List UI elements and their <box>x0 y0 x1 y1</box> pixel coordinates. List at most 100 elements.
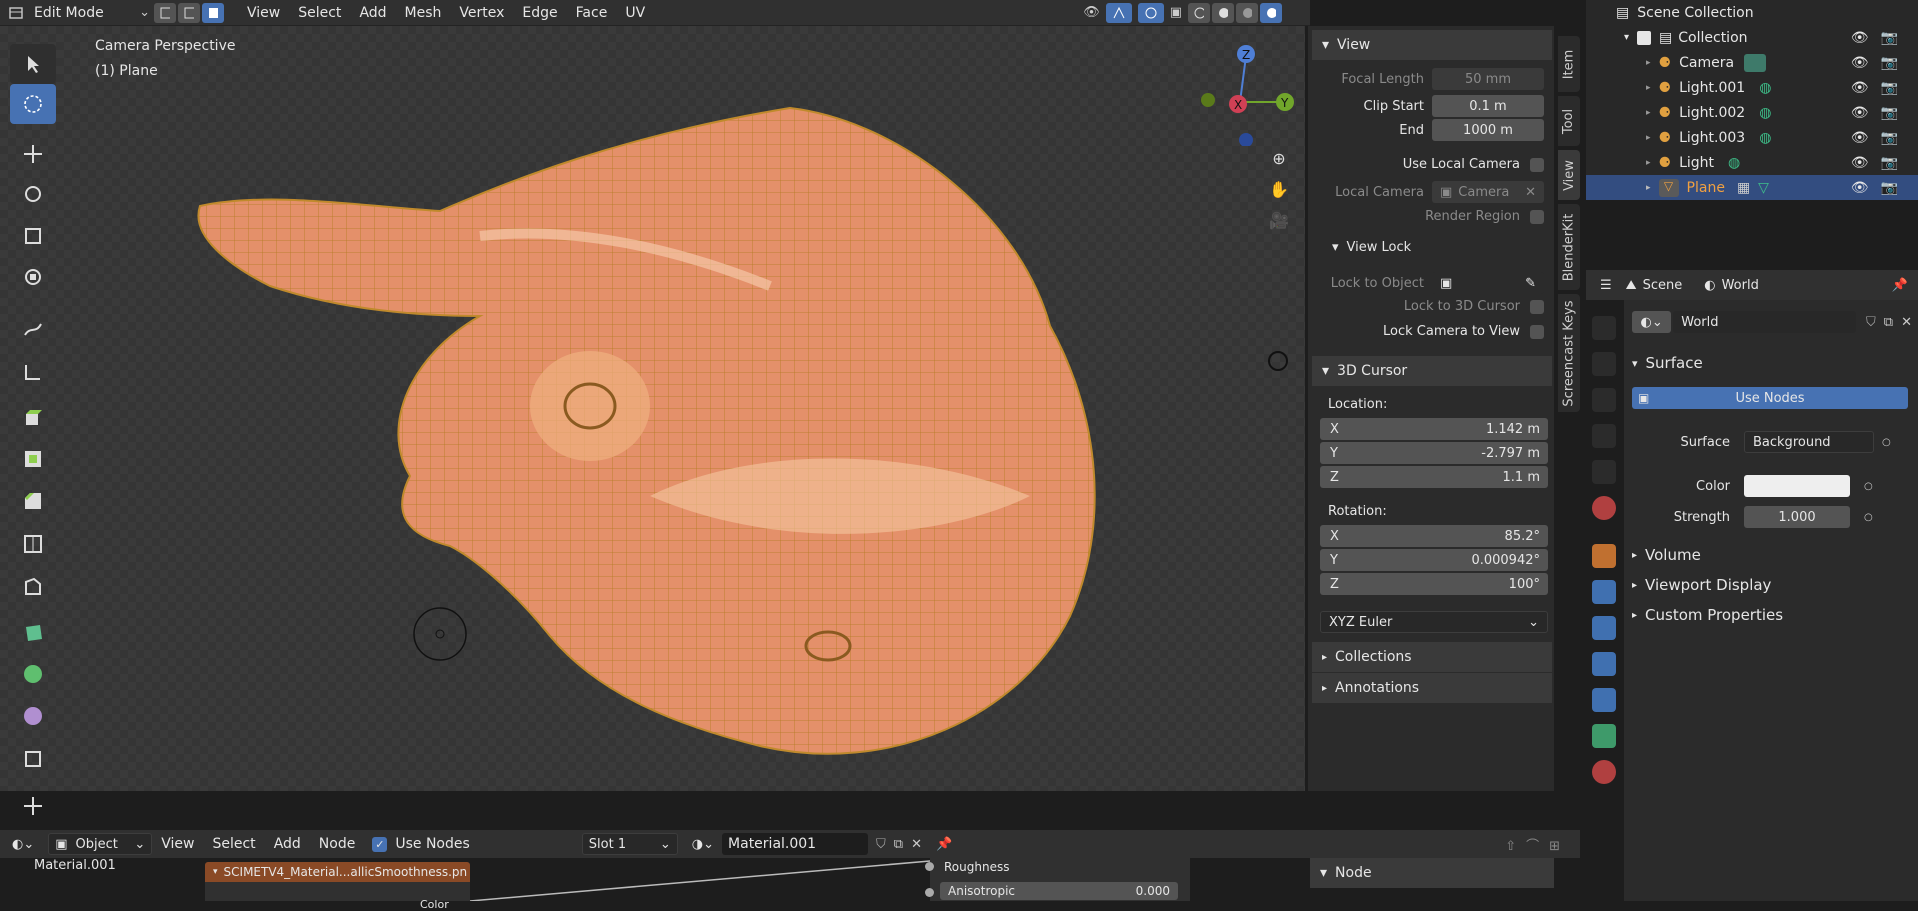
node-menu-select[interactable]: Select <box>203 831 264 857</box>
viewport-display-section-header[interactable]: ▸ Viewport Display <box>1632 572 1912 598</box>
scale-tool[interactable] <box>10 216 56 256</box>
zoom-icon[interactable]: ⊕ <box>1272 149 1285 168</box>
lock-camera-checkbox[interactable] <box>1530 324 1544 339</box>
menu-edge[interactable]: Edge <box>513 0 566 26</box>
eyedropper-icon[interactable]: ✎ <box>1525 276 1536 291</box>
clip-start-field[interactable]: 0.1 m <box>1432 95 1544 117</box>
tab-item[interactable]: Item <box>1558 36 1580 92</box>
inset-tool[interactable] <box>10 439 56 479</box>
visibility-icon[interactable]: 👁📷 <box>1851 80 1910 96</box>
node-menu-add[interactable]: Add <box>265 831 310 857</box>
pan-hand-icon[interactable]: ✋ <box>1269 180 1289 199</box>
world-name-field[interactable]: World <box>1673 311 1857 333</box>
rotation-z-field[interactable]: Z 100° <box>1320 573 1548 595</box>
clear-icon[interactable]: ✕ <box>1525 185 1536 200</box>
visibility-icon[interactable]: 👁📷 <box>1851 55 1910 71</box>
lock-to-object-field[interactable]: ▣ ✎ <box>1432 272 1544 294</box>
light-gizmo-icon[interactable] <box>1265 348 1291 374</box>
outliner-item-light-001[interactable]: ▸ ⚈ Light.001 ◍ 👁📷 <box>1586 75 1918 100</box>
material-tab-icon[interactable] <box>1592 760 1616 784</box>
constraints-tab-icon[interactable] <box>1592 688 1616 712</box>
outliner-item-collection[interactable]: ▾ ▤ Collection 👁📷 <box>1586 25 1918 50</box>
duplicate-icon[interactable]: ⧉ <box>1884 315 1893 330</box>
volume-section-header[interactable]: ▸ Volume <box>1632 542 1912 568</box>
menu-vertex[interactable]: Vertex <box>450 0 513 26</box>
strength-field[interactable]: 1.000 <box>1744 506 1850 528</box>
physics-tab-icon[interactable] <box>1592 652 1616 676</box>
rotation-mode-select[interactable]: XYZ Euler ⌄ <box>1320 611 1548 633</box>
outliner-item-camera[interactable]: ▸ ⚈ Camera 👁📷 <box>1586 50 1918 75</box>
shear-tool[interactable] <box>10 739 56 779</box>
use-nodes-checkbox[interactable]: ✓ <box>372 836 388 852</box>
output-tab-icon[interactable] <box>1592 388 1616 412</box>
visibility-icon[interactable]: 👁📷 <box>1851 130 1910 146</box>
select-tool[interactable] <box>10 44 56 84</box>
annotate-tool[interactable] <box>10 309 56 349</box>
socket-icon[interactable]: ○ <box>1864 512 1873 523</box>
gizmo-toggle-button[interactable] <box>1105 2 1132 23</box>
material-browse-icon[interactable]: ◑⌄ <box>692 837 714 852</box>
modifier-tab-icon[interactable] <box>1592 580 1616 604</box>
unlink-icon[interactable]: ✕ <box>911 837 922 852</box>
pin-icon[interactable]: 📌 <box>1892 278 1908 293</box>
focal-length-field[interactable]: 50 mm <box>1432 68 1544 90</box>
outliner-item-light-003[interactable]: ▸ ⚈ Light.003 ◍ 👁📷 <box>1586 125 1918 150</box>
smooth-tool[interactable] <box>10 696 56 736</box>
bevel-tool[interactable] <box>10 481 56 521</box>
clip-end-field[interactable]: 1000 m <box>1432 119 1544 141</box>
annotations-section-header[interactable]: ▸ Annotations <box>1312 673 1552 703</box>
shader-type-select[interactable]: ▣ Object ⌄ <box>48 833 153 855</box>
visibility-icon[interactable]: 👁 <box>1083 5 1100 20</box>
scene-tab-icon[interactable] <box>1592 460 1616 484</box>
node-menu-node[interactable]: Node <box>310 831 365 857</box>
rotation-x-field[interactable]: X 85.2° <box>1320 525 1548 547</box>
material-name-field[interactable]: Material.001 <box>722 833 869 855</box>
duplicate-icon[interactable]: ⧉ <box>894 837 903 852</box>
outliner-item-plane[interactable]: ▸ ▽ Plane ▦ ▽ 👁📷 <box>1586 175 1918 200</box>
menu-select[interactable]: Select <box>289 0 350 26</box>
tab-blenderkit[interactable]: BlenderKit <box>1558 204 1580 290</box>
outliner-item-light-002[interactable]: ▸ ⚈ Light.002 ◍ 👁📷 <box>1586 100 1918 125</box>
node-sidebar-header[interactable]: ▾ Node <box>1310 858 1554 888</box>
loop-cut-tool[interactable] <box>10 524 56 564</box>
particles-tab-icon[interactable] <box>1592 616 1616 640</box>
use-nodes-button[interactable]: ▣ Use Nodes <box>1632 387 1908 409</box>
world-breadcrumb[interactable]: World <box>1722 278 1759 293</box>
principled-bsdf-node[interactable]: Roughness Anisotropic 0.000 <box>925 858 1190 901</box>
collections-section-header[interactable]: ▸ Collections <box>1312 642 1552 672</box>
anisotropic-socket[interactable] <box>925 888 934 897</box>
lock-3d-cursor-checkbox[interactable] <box>1530 299 1544 314</box>
3d-viewport[interactable]: Camera Perspective (1) Plane Z Y X ⊕ ✋ 🎥 <box>0 26 1305 791</box>
node-menu-view[interactable]: View <box>152 831 203 857</box>
render-region-checkbox[interactable] <box>1530 209 1544 224</box>
use-local-camera-checkbox[interactable] <box>1530 157 1544 172</box>
surface-shader-field[interactable]: Background <box>1744 431 1874 453</box>
editor-type-icon[interactable]: ◐⌄ <box>12 837 34 852</box>
view-layer-tab-icon[interactable] <box>1592 424 1616 448</box>
menu-view[interactable]: View <box>238 0 289 26</box>
visibility-icon[interactable]: 👁📷 <box>1851 155 1910 171</box>
location-y-field[interactable]: Y -2.797 m <box>1320 442 1548 464</box>
menu-mesh[interactable]: Mesh <box>396 0 451 26</box>
wireframe-shading-button[interactable] <box>1188 2 1210 23</box>
editor-type-icon[interactable]: ☰ <box>1600 278 1612 293</box>
tab-tool[interactable]: Tool <box>1558 96 1580 146</box>
visibility-icon[interactable]: 👁📷 <box>1851 180 1910 196</box>
menu-add[interactable]: Add <box>350 0 395 26</box>
snap-icon[interactable]: ⇧⌒⊞ <box>1505 835 1570 854</box>
outliner-scene-collection[interactable]: ▤ Scene Collection <box>1586 0 1918 25</box>
roughness-socket[interactable] <box>925 862 934 871</box>
fake-user-shield-icon[interactable]: ⛉ <box>876 837 886 852</box>
anisotropic-field[interactable]: Anisotropic 0.000 <box>940 882 1178 900</box>
world-browse-button[interactable]: ◐⌄ <box>1632 311 1672 333</box>
view-section-header[interactable]: ▾ View <box>1312 30 1552 60</box>
tab-screencast-keys[interactable]: Screencast Keys <box>1558 294 1580 412</box>
slot-select[interactable]: Slot 1 ⌄ <box>581 833 678 855</box>
render-tab-icon[interactable] <box>1592 352 1616 376</box>
unlink-icon[interactable]: ✕ <box>1901 315 1912 330</box>
visibility-icon[interactable]: 👁📷 <box>1851 30 1910 46</box>
node-editor-canvas[interactable]: Material.001 ▾ SCIMETV4_Material...allicS… <box>0 858 1580 911</box>
extrude-tool[interactable] <box>10 397 56 437</box>
view-lock-header[interactable]: ▾ View Lock <box>1332 240 1552 255</box>
surface-section-header[interactable]: ▾ Surface <box>1632 350 1912 376</box>
